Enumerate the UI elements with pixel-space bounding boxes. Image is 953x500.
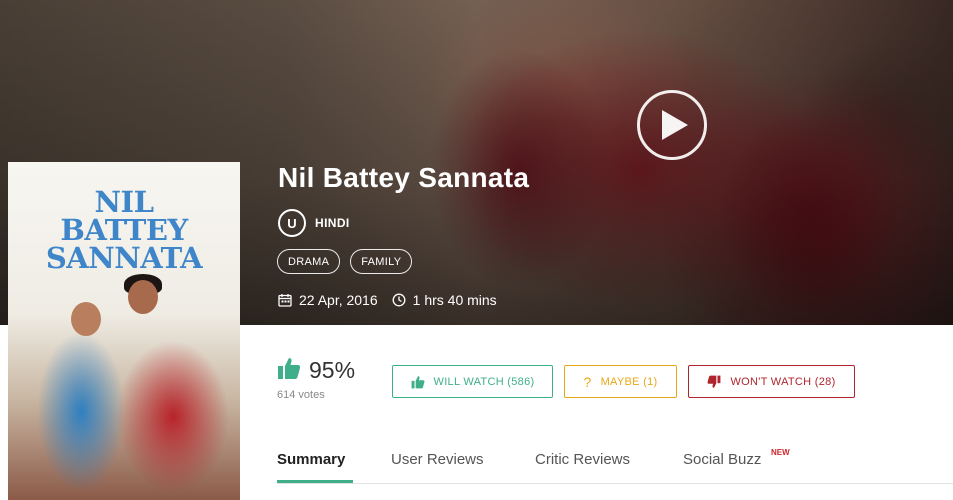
new-badge: NEW xyxy=(771,448,790,457)
calendar-icon xyxy=(278,293,292,307)
thumbs-up-icon xyxy=(277,356,301,385)
movie-poster[interactable]: NIL BATTEY SANNATA xyxy=(8,162,240,500)
certificate-badge: U xyxy=(278,209,306,237)
tab-summary[interactable]: Summary xyxy=(277,451,345,468)
release-meta: 22 Apr, 2016 1 hrs 40 mins xyxy=(278,292,511,308)
tab-social-buzz[interactable]: Social Buzz xyxy=(683,451,761,468)
play-icon xyxy=(662,110,688,140)
wont-watch-button[interactable]: WON'T WATCH (28) xyxy=(688,365,855,398)
movie-title: Nil Battey Sannata xyxy=(278,162,530,193)
poster-title: NIL BATTEY SANNATA xyxy=(45,185,203,275)
wont-watch-label: WON'T WATCH (28) xyxy=(730,375,836,388)
release-date: 22 Apr, 2016 xyxy=(278,292,378,308)
poster-figure xyxy=(71,302,101,336)
content-tabs: Summary User Reviews Critic Reviews Soci… xyxy=(277,446,953,484)
question-icon: ? xyxy=(583,373,592,390)
poster-figure xyxy=(128,280,158,314)
genre-tag-family[interactable]: FAMILY xyxy=(350,249,413,274)
active-tab-indicator xyxy=(277,480,353,483)
genre-tag-drama[interactable]: DRAMA xyxy=(277,249,341,274)
vote-count: 614 votes xyxy=(277,389,325,401)
duration-text: 1 hrs 40 mins xyxy=(412,292,497,308)
certificate-language-row: U HINDI xyxy=(278,209,350,237)
poster-figure xyxy=(98,322,240,500)
thumbs-up-icon xyxy=(411,375,425,389)
tab-user-reviews[interactable]: User Reviews xyxy=(391,451,484,468)
maybe-button[interactable]: ? MAYBE (1) xyxy=(564,365,677,398)
clock-icon xyxy=(392,293,406,307)
rating-percent: 95% xyxy=(309,357,356,383)
language-label: HINDI xyxy=(315,216,350,230)
tab-critic-reviews[interactable]: Critic Reviews xyxy=(535,451,630,468)
release-date-text: 22 Apr, 2016 xyxy=(299,292,378,308)
genre-list: DRAMA FAMILY xyxy=(277,249,413,274)
audience-rating: 95% 614 votes xyxy=(277,356,355,401)
will-watch-button[interactable]: WILL WATCH (586) xyxy=(392,365,553,398)
duration: 1 hrs 40 mins xyxy=(392,292,497,308)
play-trailer-button[interactable] xyxy=(637,90,707,160)
thumbs-down-icon xyxy=(707,375,721,389)
will-watch-label: WILL WATCH (586) xyxy=(433,375,535,388)
maybe-label: MAYBE (1) xyxy=(600,375,658,388)
